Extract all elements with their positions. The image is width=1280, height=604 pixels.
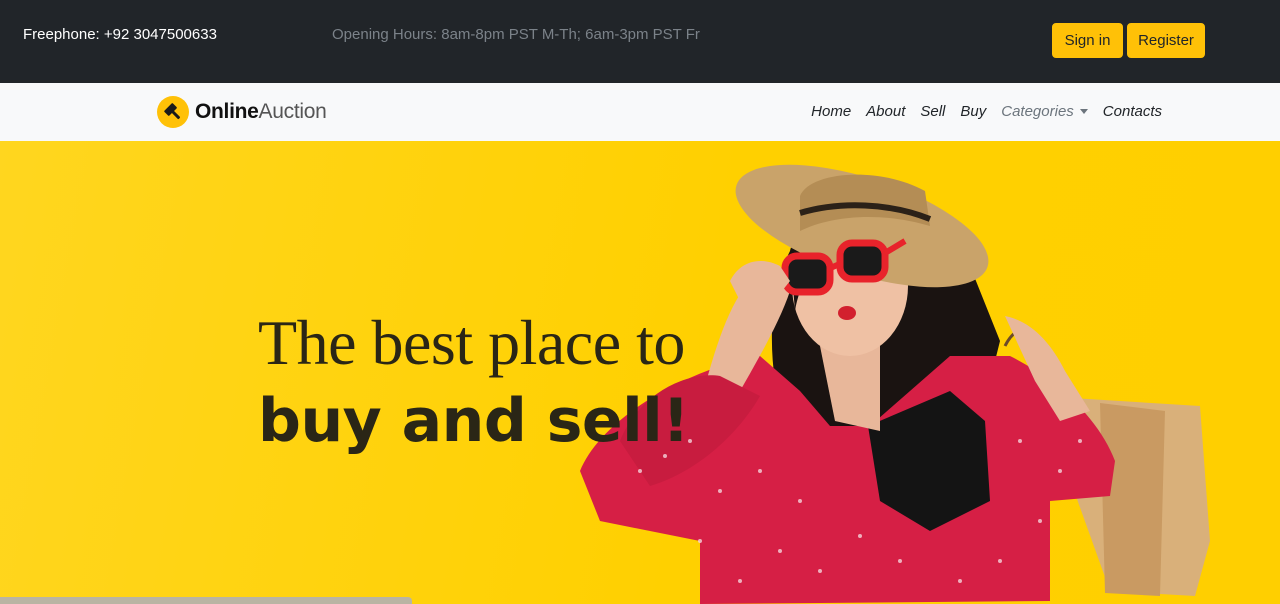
nav-home[interactable]: Home — [811, 103, 851, 120]
sign-in-button[interactable]: Sign in — [1052, 23, 1123, 58]
nav-categories-label: Categories — [1001, 103, 1074, 120]
chevron-down-icon — [1079, 109, 1088, 114]
opening-hours-text: Opening Hours: 8am-8pm PST M-Th; 6am-3pm… — [332, 26, 700, 43]
register-button[interactable]: Register — [1127, 23, 1205, 58]
hero-banner: The best place to buy and sell! — [0, 141, 1280, 604]
horizontal-scrollbar[interactable] — [0, 597, 412, 604]
top-bar: Freephone: +92 3047500633 Opening Hours:… — [0, 0, 1280, 83]
brand-name: OnlineAuction — [195, 100, 327, 124]
hero-title-line1: The best place to — [258, 307, 685, 378]
nav-categories-dropdown[interactable]: Categories — [1001, 103, 1088, 120]
hero-title-line2: buy and sell! — [258, 386, 690, 456]
nav-about[interactable]: About — [866, 103, 905, 120]
gavel-icon — [157, 96, 189, 128]
nav-contacts[interactable]: Contacts — [1103, 103, 1162, 120]
nav-sell[interactable]: Sell — [920, 103, 945, 120]
navbar: OnlineAuction Home About Sell Buy Catego… — [0, 83, 1280, 141]
main-nav: Home About Sell Buy Categories Contacts — [796, 103, 1162, 120]
brand-logo-link[interactable]: OnlineAuction — [157, 96, 327, 128]
nav-buy[interactable]: Buy — [960, 103, 986, 120]
brand-name-bold: Online — [195, 100, 259, 123]
freephone-text: Freephone: +92 3047500633 — [23, 26, 217, 43]
brand-name-light: Auction — [258, 100, 327, 123]
